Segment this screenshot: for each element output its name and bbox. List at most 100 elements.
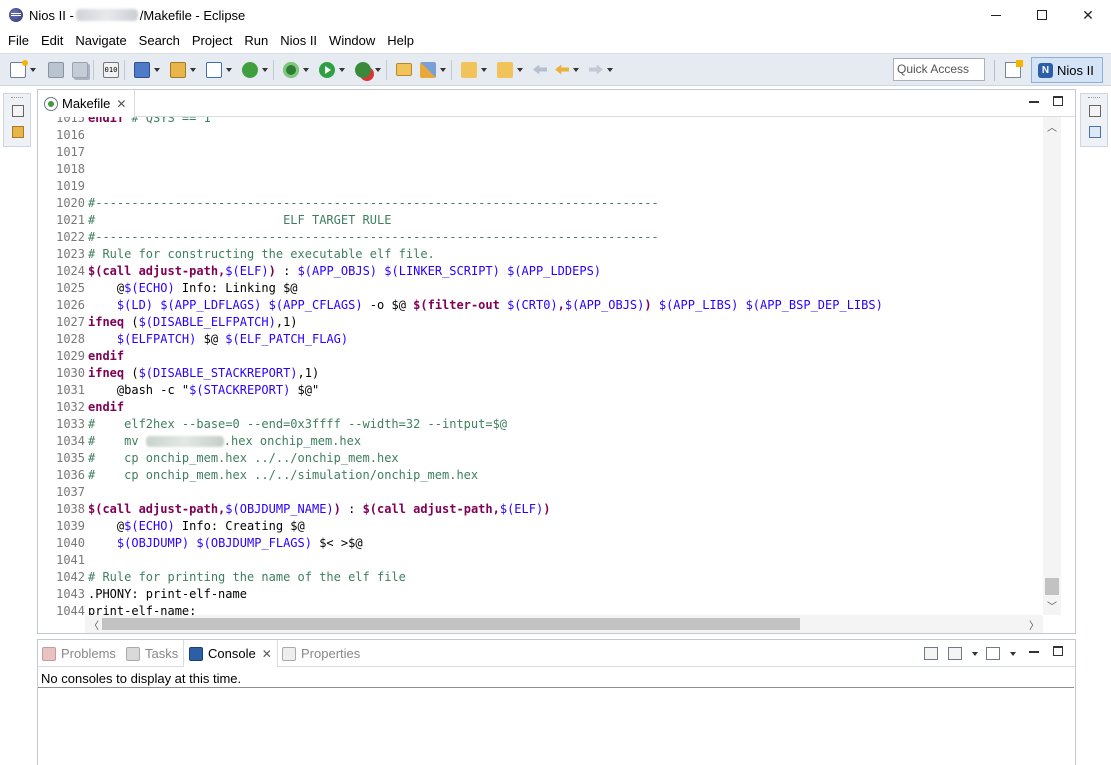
open-perspective-icon[interactable] — [1005, 60, 1023, 78]
line-number: 1040 — [56, 536, 85, 550]
tab-console[interactable]: Console ✕ — [183, 640, 278, 667]
debug-button[interactable] — [283, 58, 309, 82]
menu-navigate[interactable]: Navigate — [69, 30, 132, 52]
new-package-button[interactable] — [170, 58, 196, 82]
next-annotation-button[interactable] — [461, 58, 487, 82]
binary-view-button[interactable]: 010 — [103, 58, 119, 82]
line-number: 1016 — [56, 128, 85, 142]
save-button[interactable] — [48, 58, 64, 82]
menu-search[interactable]: Search — [133, 30, 186, 52]
problems-icon — [42, 646, 56, 661]
code-text: # mv .hex onchip_mem.hex — [88, 433, 361, 450]
last-edit-button[interactable] — [533, 58, 547, 82]
quick-access-input[interactable]: Quick Access — [893, 58, 985, 81]
refresh-icon — [242, 61, 258, 78]
chevron-down-icon[interactable] — [1010, 652, 1016, 656]
outline-icon[interactable] — [1089, 126, 1101, 138]
menu-nios-ii[interactable]: Nios II — [274, 30, 323, 52]
eclipse-logo-icon — [9, 8, 23, 22]
external-tools-button[interactable] — [355, 58, 381, 82]
console-message: No consoles to display at this time. — [41, 671, 242, 686]
vertical-scroll-thumb[interactable] — [1045, 578, 1059, 595]
minimize-button[interactable] — [973, 0, 1019, 30]
chevron-down-icon — [262, 67, 268, 72]
code-text: @bash -c "$(STACKREPORT) $@" — [88, 382, 319, 399]
save-icon — [48, 61, 64, 78]
line-number: 1036 — [56, 468, 85, 482]
pin-console-icon[interactable] — [924, 647, 938, 660]
code-token: #---------------------------------------… — [88, 196, 659, 210]
code-token: $(APP_OBJS) — [297, 264, 378, 278]
close-icon[interactable]: ✕ — [262, 647, 272, 661]
edit-pen-button[interactable] — [420, 58, 446, 82]
forward-button[interactable] — [589, 58, 613, 82]
code-token: @bash -c " — [88, 383, 190, 397]
blurred-project-name — [75, 9, 138, 21]
line-number: 1025 — [56, 281, 85, 295]
line-number: 1022 — [56, 230, 85, 244]
line-number: 1037 — [56, 485, 85, 499]
display-console-icon[interactable] — [948, 647, 962, 660]
horizontal-scrollbar[interactable]: 〈 〉 — [85, 615, 1043, 633]
horizontal-scroll-thumb[interactable] — [102, 618, 800, 630]
run-icon — [319, 61, 335, 78]
project-explorer-icon[interactable] — [12, 126, 24, 138]
run-button[interactable] — [319, 58, 345, 82]
menu-window[interactable]: Window — [323, 30, 381, 52]
tab-makefile[interactable]: Makefile ✕ — [38, 90, 135, 117]
tab-properties[interactable]: Properties — [282, 640, 360, 667]
code-text: $(OBJDUMP) $(OBJDUMP_FLAGS) $< >$@ — [88, 535, 363, 552]
restore-icon[interactable] — [1089, 105, 1101, 117]
chevron-down-icon — [517, 67, 523, 72]
folder-icon — [396, 63, 412, 76]
restore-icon[interactable] — [12, 105, 24, 117]
menu-run[interactable]: Run — [238, 30, 274, 52]
chevron-down-icon[interactable]: ﹀ — [1047, 598, 1057, 613]
open-console-icon[interactable] — [986, 647, 1000, 660]
back-button[interactable] — [555, 58, 579, 82]
chevron-right-icon[interactable]: 〉 — [1029, 617, 1039, 632]
minimize-icon[interactable] — [1029, 651, 1039, 653]
refresh-button[interactable] — [242, 58, 268, 82]
chevron-down-icon — [226, 67, 232, 72]
maximize-icon[interactable] — [1053, 646, 1063, 656]
chevron-up-icon[interactable]: ︿ — [1047, 119, 1057, 134]
chevron-down-icon[interactable] — [972, 652, 978, 656]
new-class-button[interactable] — [206, 58, 232, 82]
code-token: Info: Creating $@ — [174, 519, 305, 533]
toolbar-separator — [386, 59, 387, 80]
chevron-down-icon — [339, 67, 345, 72]
menu-project[interactable]: Project — [186, 30, 238, 52]
tab-tasks[interactable]: Tasks — [126, 640, 178, 667]
new-button[interactable] — [10, 58, 36, 82]
drag-handle-icon[interactable] — [11, 97, 23, 99]
maximize-icon[interactable] — [1053, 96, 1063, 106]
vertical-scrollbar[interactable]: ︿ ﹀ — [1043, 117, 1061, 615]
drag-handle-icon[interactable] — [1088, 97, 1100, 99]
save-all-button[interactable] — [72, 58, 88, 82]
close-icon[interactable]: ✕ — [116, 97, 126, 111]
chevron-down-icon — [573, 67, 579, 72]
code-text: # cp onchip_mem.hex ../../simulation/onc… — [88, 467, 478, 484]
save-all-icon — [72, 61, 88, 78]
line-number: 1038 — [56, 502, 85, 516]
main-toolbar: 010 Quick Access N Nios II — [0, 53, 1111, 86]
code-text: endif — [88, 399, 124, 416]
menu-file[interactable]: File — [2, 30, 35, 52]
code-token: $(APP_LIBS) — [658, 298, 739, 312]
maximize-button[interactable] — [1019, 0, 1065, 30]
new-project-button[interactable] — [134, 58, 160, 82]
open-folder-button[interactable] — [396, 58, 412, 82]
previous-annotation-button[interactable] — [497, 58, 523, 82]
perspective-nios-ii-button[interactable]: N Nios II — [1031, 57, 1103, 83]
line-number: 1028 — [56, 332, 85, 346]
minimize-icon[interactable] — [1029, 101, 1039, 103]
console-divider — [38, 687, 1074, 688]
code-token: ) — [333, 502, 341, 516]
menu-edit[interactable]: Edit — [35, 30, 69, 52]
chevron-left-icon[interactable]: 〈 — [89, 617, 99, 632]
close-button[interactable]: ✕ — [1065, 0, 1111, 30]
menu-help[interactable]: Help — [381, 30, 420, 52]
tab-problems[interactable]: Problems — [42, 640, 116, 667]
code-editor[interactable]: 1015 endif # QSYS == 1 1016 1017 1018 1019 102… — [38, 117, 1057, 615]
